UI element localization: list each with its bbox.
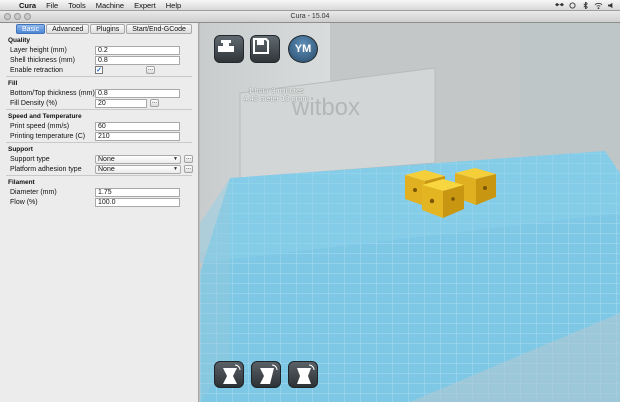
volume-icon[interactable] [607, 2, 616, 9]
settings-tabs: Basic Advanced Plugins Start/End-GCode [0, 23, 198, 34]
layer-height-label: Layer height (mm) [10, 46, 67, 54]
divider [6, 76, 192, 77]
section-filament: Filament [8, 179, 35, 186]
print-temp-input[interactable]: 210 [95, 131, 180, 141]
diameter-row: Diameter (mm) 1.75 [0, 187, 198, 197]
adhesion-label: Platform adhesion type [10, 165, 82, 173]
section-support: Support [8, 146, 33, 153]
retraction-row: Enable retraction ✓ ... [0, 65, 198, 75]
minimize-button[interactable] [14, 13, 21, 20]
divider [6, 175, 192, 176]
rotate-button[interactable] [214, 361, 244, 388]
section-fill: Fill [8, 80, 18, 87]
fill-density-more-button[interactable]: ... [150, 99, 159, 107]
fill-density-row: Fill Density (%) 20 ... [0, 98, 198, 108]
support-type-select[interactable]: None ▼ [95, 154, 181, 164]
print-temp-label: Printing temperature (C) [10, 132, 86, 140]
save-disk-icon [253, 38, 269, 54]
load-icon [218, 40, 234, 52]
flow-input[interactable]: 100.0 [95, 197, 180, 207]
tab-plugins[interactable]: Plugins [90, 24, 126, 34]
tab-advanced[interactable]: Advanced [46, 24, 90, 34]
bluetooth-icon[interactable] [581, 1, 590, 9]
shell-thickness-label: Shell thickness (mm) [10, 56, 75, 64]
tab-start-end-gcode[interactable]: Start/End-GCode [126, 24, 192, 34]
support-type-more-button[interactable]: ... [184, 155, 193, 163]
fill-density-input[interactable]: 20 [95, 98, 147, 108]
retraction-checkbox[interactable]: ✓ [95, 66, 103, 74]
shell-thickness-row: Shell thickness (mm) 0.8 [0, 55, 198, 65]
timemachine-icon[interactable] [568, 1, 577, 9]
window-titlebar: Cura - 15.04 [0, 11, 620, 23]
support-type-row: Support type None ▼ ... [0, 154, 198, 164]
menu-bar: Cura File Tools Machine Expert Help [0, 0, 620, 11]
printer-scene: witbox [200, 23, 620, 402]
save-gcode-button[interactable] [250, 35, 280, 63]
menu-file[interactable]: File [41, 1, 63, 10]
support-type-value: None [98, 155, 115, 163]
mirror-button[interactable] [288, 361, 318, 388]
print-temp-row: Printing temperature (C) 210 [0, 131, 198, 141]
chevron-down-icon: ▼ [173, 166, 178, 172]
print-estimate: 1 hour 3 minutes 4.43 meter 13 gram [216, 87, 336, 103]
scale-button[interactable] [251, 361, 281, 388]
print-speed-row: Print speed (mm/s) 60 [0, 121, 198, 131]
retraction-label: Enable retraction [10, 66, 63, 74]
window-controls [4, 13, 31, 20]
section-quality: Quality [8, 37, 31, 44]
window-title: Cura - 15.04 [290, 13, 330, 20]
settings-panel: Basic Advanced Plugins Start/End-GCode Q… [0, 23, 199, 402]
tab-basic[interactable]: Basic [16, 24, 46, 34]
close-button[interactable] [4, 13, 11, 20]
status-area [555, 1, 620, 9]
support-type-label: Support type [10, 155, 50, 163]
chevron-down-icon: ▼ [173, 156, 178, 162]
diameter-input[interactable]: 1.75 [95, 187, 180, 197]
zoom-button[interactable] [24, 13, 31, 20]
layer-height-input[interactable]: 0.2 [95, 45, 180, 55]
print-material: 4.43 meter 13 gram [243, 94, 309, 103]
right-wall [520, 23, 620, 163]
bottom-top-row: Bottom/Top thickness (mm) 0.8 [0, 88, 198, 98]
bottom-top-label: Bottom/Top thickness (mm) [10, 89, 95, 97]
adhesion-value: None [98, 165, 115, 173]
divider [6, 109, 192, 110]
bottom-top-input[interactable]: 0.8 [95, 88, 180, 98]
fill-density-label: Fill Density (%) [10, 99, 58, 107]
print-speed-input[interactable]: 60 [95, 121, 180, 131]
youmagine-button[interactable]: YM [288, 35, 318, 63]
retraction-more-button[interactable]: ... [146, 66, 155, 74]
menu-tools[interactable]: Tools [63, 1, 91, 10]
menu-cura[interactable]: Cura [14, 1, 41, 10]
adhesion-more-button[interactable]: ... [184, 165, 193, 173]
shell-thickness-input[interactable]: 0.8 [95, 55, 180, 65]
scale-icon [260, 364, 278, 384]
diameter-label: Diameter (mm) [10, 188, 57, 196]
dropbox-icon[interactable] [555, 2, 564, 9]
mirror-icon [297, 364, 315, 384]
menu-expert[interactable]: Expert [129, 1, 161, 10]
flow-row: Flow (%) 100.0 [0, 197, 198, 207]
divider [6, 142, 192, 143]
layer-height-row: Layer height (mm) 0.2 [0, 45, 198, 55]
menu-machine[interactable]: Machine [91, 1, 129, 10]
3d-viewport[interactable]: witbox YM 1 hour 3 minutes 4.43 meter 13… [200, 23, 620, 402]
wifi-icon[interactable] [594, 2, 603, 9]
adhesion-select[interactable]: None ▼ [95, 164, 181, 174]
adhesion-row: Platform adhesion type None ▼ ... [0, 164, 198, 174]
menu-help[interactable]: Help [161, 1, 186, 10]
print-speed-label: Print speed (mm/s) [10, 122, 70, 130]
section-speed-temperature: Speed and Temperature [8, 113, 82, 120]
load-model-button[interactable] [214, 35, 244, 63]
flow-label: Flow (%) [10, 198, 38, 206]
rotate-icon [223, 364, 241, 384]
